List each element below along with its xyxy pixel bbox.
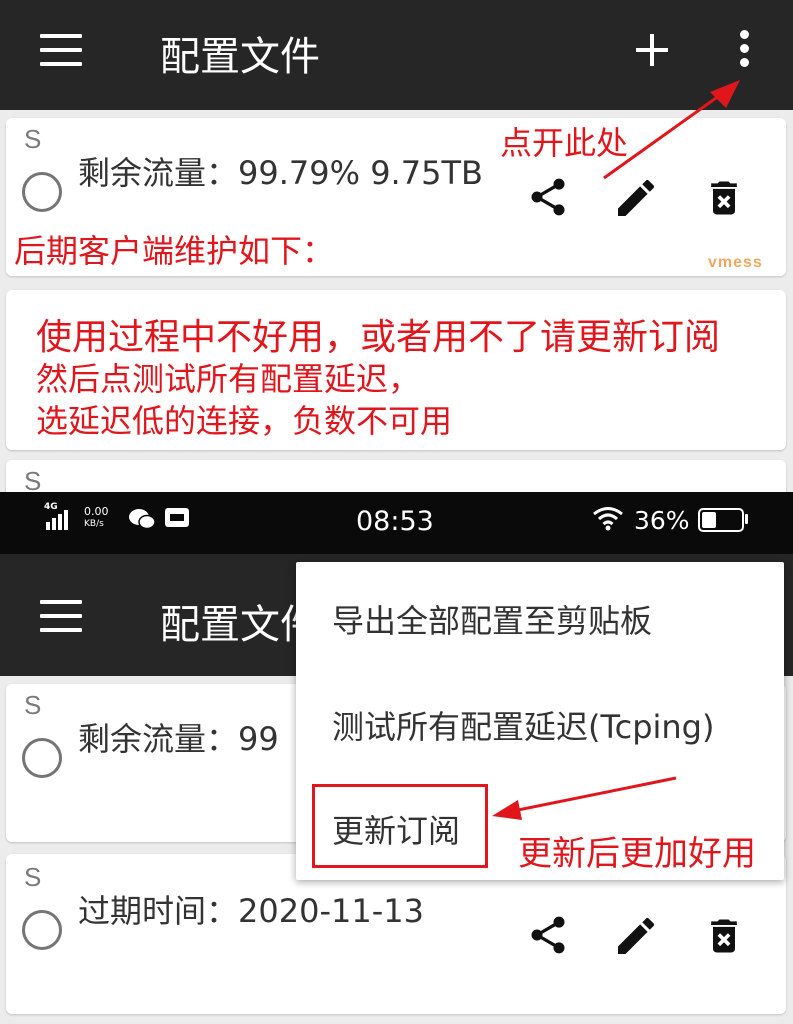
wechat-icon xyxy=(129,509,156,530)
battery-icon xyxy=(698,508,744,532)
select-radio[interactable] xyxy=(22,738,62,778)
battery-percent: 36% xyxy=(634,506,690,535)
select-radio[interactable] xyxy=(22,172,62,212)
expiry-date-text: 过期时间：2020-11-13 xyxy=(78,892,424,930)
annotation-arrow-icon xyxy=(603,80,740,180)
clock-time: 08:53 xyxy=(356,506,434,537)
server-type-letter: S xyxy=(24,124,42,154)
annotation-after-update: 更新后更加好用 xyxy=(518,834,756,874)
traffic-remaining-text: 剩余流量：99 xyxy=(78,720,279,758)
network-speed: 0.00 KB/s xyxy=(84,505,109,530)
traffic-remaining-text: 剩余流量：99.79% 9.75TB xyxy=(78,154,483,192)
status-bar: 4G 0.00 KB/s 08:53 36% xyxy=(0,492,793,554)
edit-icon[interactable] xyxy=(612,912,660,960)
share-icon[interactable] xyxy=(526,172,570,222)
delete-icon[interactable] xyxy=(702,912,746,960)
annotation-highlight-box xyxy=(312,784,488,868)
signal-icon: 4G xyxy=(44,502,72,534)
menu-icon[interactable] xyxy=(40,34,82,66)
share-icon[interactable] xyxy=(526,910,570,960)
menu-icon[interactable] xyxy=(40,600,82,632)
menu-item-export-clipboard[interactable]: 导出全部配置至剪贴板 xyxy=(332,596,652,642)
protocol-tag: vmess xyxy=(708,254,763,271)
annotation-note-line3: 选延迟低的连接，负数不可用 xyxy=(36,402,453,440)
server-type-letter: S xyxy=(24,690,42,720)
annotation-note-line2: 然后点测试所有配置延迟， xyxy=(36,360,421,398)
server-type-letter: S xyxy=(24,862,42,892)
message-icon xyxy=(165,508,189,527)
annotation-note-line1: 使用过程中不好用，或者用不了请更新订阅 xyxy=(36,317,721,358)
annotation-maintenance: 后期客户端维护如下： xyxy=(14,232,335,270)
page-title: 配置文件 xyxy=(160,34,320,80)
menu-item-test-latency[interactable]: 测试所有配置延迟(Tcping) xyxy=(332,702,714,748)
more-options-icon[interactable] xyxy=(740,30,750,70)
add-icon[interactable] xyxy=(636,34,668,66)
annotation-arrow-icon xyxy=(492,776,677,820)
select-radio[interactable] xyxy=(22,910,62,950)
wifi-icon xyxy=(593,507,623,531)
